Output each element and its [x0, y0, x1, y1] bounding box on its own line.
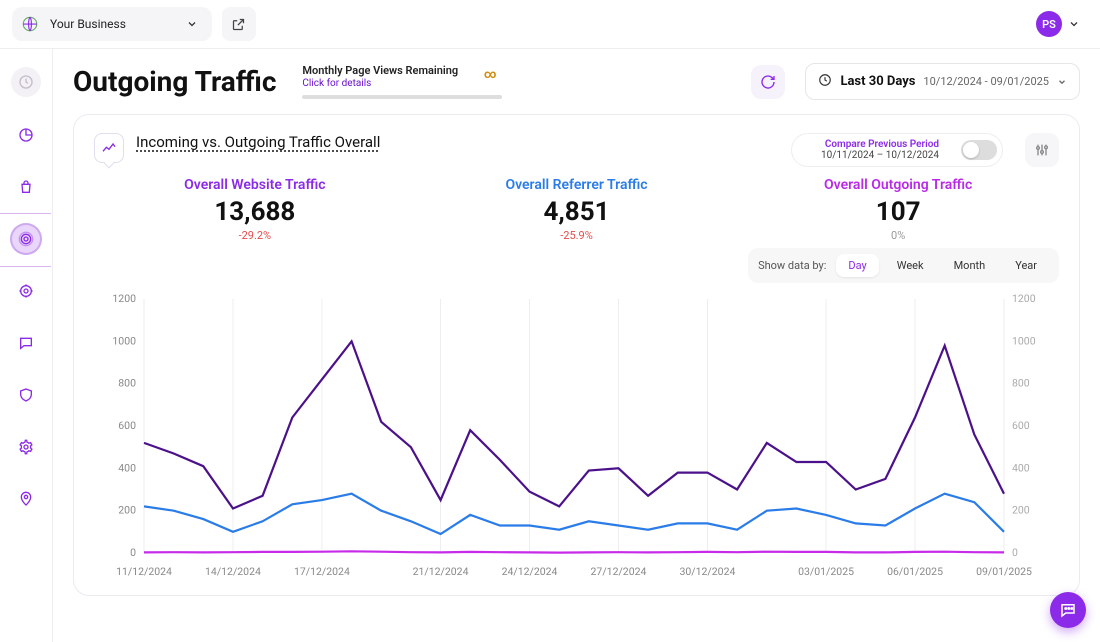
svg-text:24/12/2024: 24/12/2024	[502, 565, 558, 578]
compare-title: Compare Previous Period	[821, 139, 939, 150]
granularity-label: Show data by:	[758, 259, 826, 272]
svg-text:0: 0	[1012, 546, 1018, 559]
stat-delta: -29.2%	[94, 229, 416, 242]
granularity-month[interactable]: Month	[942, 254, 998, 277]
stat-label: Overall Referrer Traffic	[416, 177, 738, 193]
main-content: Outgoing Traffic Monthly Page Views Rema…	[53, 49, 1100, 642]
sidebar-item-bag[interactable]	[12, 173, 40, 201]
svg-text:600: 600	[118, 419, 136, 432]
svg-text:1000: 1000	[112, 334, 136, 347]
sidebar-item-shield[interactable]	[12, 381, 40, 409]
topbar: Your Business PS	[0, 0, 1100, 49]
granularity-group: Show data by: Day Week Month Year	[748, 248, 1059, 283]
svg-text:1200: 1200	[112, 292, 136, 305]
sidebar-item-chat[interactable]	[12, 329, 40, 357]
sidebar-item-settings[interactable]	[12, 433, 40, 461]
card-title[interactable]: Incoming vs. Outgoing Traffic Overall	[136, 133, 380, 151]
stat-delta: -25.9%	[416, 229, 738, 242]
compare-dates: 10/11/2024 – 10/12/2024	[821, 150, 939, 161]
page-header: Outgoing Traffic Monthly Page Views Rema…	[73, 63, 1080, 100]
svg-text:800: 800	[1012, 377, 1030, 390]
svg-text:400: 400	[1012, 461, 1030, 474]
pageviews-widget[interactable]: Monthly Page Views Remaining Click for d…	[302, 64, 502, 99]
stat-value: 107	[737, 197, 1059, 227]
svg-text:09/01/2025: 09/01/2025	[976, 565, 1032, 578]
stat-outgoing[interactable]: Overall Outgoing Traffic 107 0%	[737, 177, 1059, 242]
open-external-button[interactable]	[222, 7, 256, 41]
card-settings-button[interactable]	[1025, 133, 1059, 167]
clock-icon	[818, 72, 832, 91]
globe-icon	[20, 14, 40, 34]
svg-text:11/12/2024: 11/12/2024	[116, 565, 172, 578]
business-selector[interactable]: Your Business	[12, 7, 212, 41]
business-label: Your Business	[50, 17, 126, 31]
svg-text:06/01/2025: 06/01/2025	[887, 565, 943, 578]
svg-text:14/12/2024: 14/12/2024	[205, 565, 261, 578]
sidebar-item-target[interactable]	[12, 277, 40, 305]
stat-label: Overall Outgoing Traffic	[737, 177, 1059, 193]
chart: 0 0 200 200 400 400 600 600 800 800 1000 1000 1200 12…	[94, 291, 1059, 583]
help-chat-button[interactable]	[1050, 592, 1086, 628]
stat-value: 4,851	[416, 197, 738, 227]
svg-text:1000: 1000	[1012, 334, 1036, 347]
svg-text:17/12/2024: 17/12/2024	[294, 565, 350, 578]
chevron-down-icon	[1068, 15, 1080, 34]
sidebar-item-recent[interactable]	[11, 67, 41, 97]
stat-referrer[interactable]: Overall Referrer Traffic 4,851 -25.9%	[416, 177, 738, 242]
svg-text:30/12/2024: 30/12/2024	[680, 565, 736, 578]
card-header: Incoming vs. Outgoing Traffic Overall Co…	[94, 133, 1059, 167]
svg-text:03/01/2025: 03/01/2025	[798, 565, 854, 578]
chart-line-icon	[94, 133, 124, 163]
svg-text:200: 200	[118, 504, 136, 517]
svg-text:1200: 1200	[1012, 292, 1036, 305]
sidebar-item-location[interactable]	[12, 485, 40, 513]
svg-text:21/12/2024: 21/12/2024	[413, 565, 469, 578]
granularity-year[interactable]: Year	[1003, 254, 1049, 277]
svg-text:400: 400	[118, 461, 136, 474]
svg-text:0: 0	[130, 546, 136, 559]
sidebar-item-chart[interactable]	[12, 121, 40, 149]
svg-text:600: 600	[1012, 419, 1030, 432]
user-menu[interactable]: PS	[1028, 7, 1088, 41]
date-range-selector[interactable]: Last 30 Days 10/12/2024 - 09/01/2025	[805, 63, 1080, 100]
chevron-down-icon	[1057, 72, 1067, 91]
sidebar-item-traffic[interactable]	[12, 225, 40, 253]
stat-website[interactable]: Overall Website Traffic 13,688 -29.2%	[94, 177, 416, 242]
pageviews-value: ∞	[484, 67, 497, 81]
svg-text:800: 800	[118, 377, 136, 390]
chevron-down-icon	[186, 15, 198, 34]
range-label: Last 30 Days	[840, 74, 915, 89]
stat-label: Overall Website Traffic	[94, 177, 416, 193]
svg-text:27/12/2024: 27/12/2024	[591, 565, 647, 578]
granularity-row: Show data by: Day Week Month Year	[94, 248, 1059, 283]
avatar: PS	[1036, 11, 1062, 37]
refresh-button[interactable]	[751, 65, 785, 99]
stat-delta: 0%	[737, 229, 1059, 242]
pageviews-title: Monthly Page Views Remaining	[302, 64, 502, 77]
compare-period-control: Compare Previous Period 10/11/2024 – 10/…	[791, 133, 1003, 167]
svg-text:200: 200	[1012, 504, 1030, 517]
granularity-week[interactable]: Week	[885, 254, 936, 277]
range-dates: 10/12/2024 - 09/01/2025	[923, 75, 1049, 88]
pageviews-progress-bar	[302, 95, 502, 99]
stats-row: Overall Website Traffic 13,688 -29.2% Ov…	[94, 177, 1059, 242]
stat-value: 13,688	[94, 197, 416, 227]
compare-toggle[interactable]	[961, 140, 997, 160]
granularity-day[interactable]: Day	[836, 254, 878, 277]
traffic-card: Incoming vs. Outgoing Traffic Overall Co…	[73, 114, 1080, 596]
pageviews-click-text: Click for details	[302, 78, 502, 89]
page-title: Outgoing Traffic	[73, 65, 276, 98]
sidebar	[0, 49, 53, 642]
